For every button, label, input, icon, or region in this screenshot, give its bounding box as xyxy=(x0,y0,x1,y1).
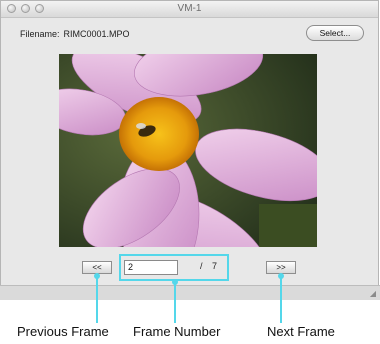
frame-total: 7 xyxy=(212,261,218,271)
filename-row: Filename: RIMC0001.MPO xyxy=(20,29,130,39)
frame-number-input[interactable]: 2 xyxy=(124,260,178,275)
callout-dot-next xyxy=(278,273,284,279)
caption-frame-number: Frame Number xyxy=(133,324,221,339)
status-bar xyxy=(0,285,380,300)
frame-separator: / xyxy=(200,261,203,271)
resize-grip-icon[interactable]: ◢ xyxy=(370,289,376,298)
callout-line-previous xyxy=(96,275,98,323)
select-button[interactable]: Select... xyxy=(306,25,364,41)
photo-flower-icon xyxy=(59,54,317,247)
title-bar: VM-1 xyxy=(1,1,378,18)
window-title: VM-1 xyxy=(177,3,202,14)
callout-dot-previous xyxy=(94,273,100,279)
callout-dot-frame xyxy=(172,279,178,285)
callout-line-next xyxy=(280,275,282,323)
filename-value: RIMC0001.MPO xyxy=(63,29,130,39)
caption-next-frame: Next Frame xyxy=(267,324,335,339)
caption-previous-frame: Previous Frame xyxy=(17,324,109,339)
callout-line-frame xyxy=(174,281,176,323)
filename-label: Filename: xyxy=(20,29,60,39)
image-viewer xyxy=(59,54,317,247)
